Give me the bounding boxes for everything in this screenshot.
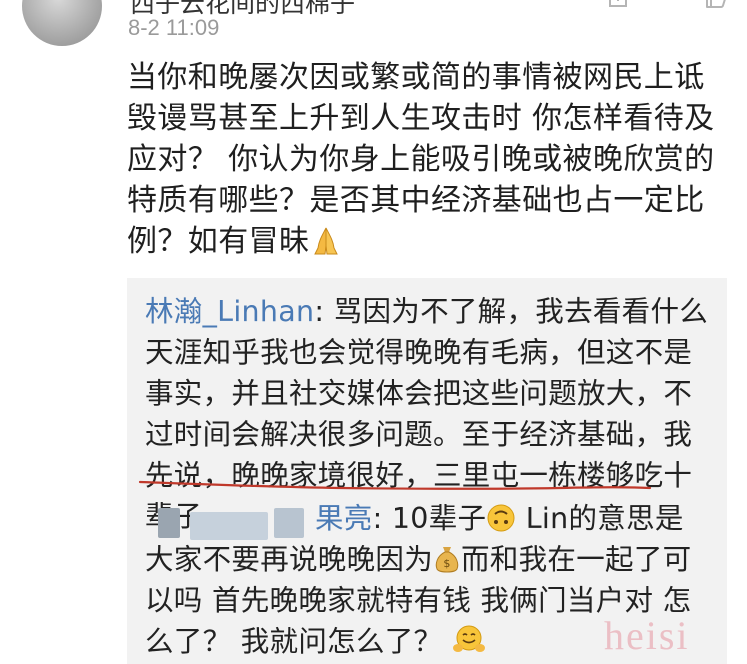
comment-timestamp: 8-2 11:09 bbox=[128, 15, 220, 40]
like-icon[interactable] bbox=[704, 0, 728, 10]
praying-hands-icon bbox=[314, 227, 339, 255]
watermark: heisi bbox=[604, 613, 690, 658]
reply-separator: : bbox=[314, 295, 334, 328]
question-text: 当你和晚屡次因或繁或简的事情被网民上诋毁谩骂甚至上升到人生攻击时 你怎样看待及应… bbox=[127, 60, 715, 259]
reply-author-link[interactable]: 果亮 bbox=[315, 502, 373, 535]
svg-text:$: $ bbox=[443, 557, 450, 570]
reply-author-link[interactable]: 林瀚_Linhan bbox=[145, 295, 314, 328]
money-bag-icon: $ bbox=[435, 547, 459, 573]
share-icon[interactable] bbox=[606, 0, 630, 10]
avatar[interactable] bbox=[22, 0, 102, 46]
reply-separator: : bbox=[372, 502, 392, 535]
comment-question: 当你和晚屡次因或繁或简的事情被网民上诋毁谩骂甚至上升到人生攻击时 你怎样看待及应… bbox=[127, 57, 727, 262]
reply-text: 10辈子 bbox=[391, 502, 487, 535]
upside-down-face-icon bbox=[487, 504, 515, 532]
hugging-face-icon bbox=[452, 625, 485, 652]
